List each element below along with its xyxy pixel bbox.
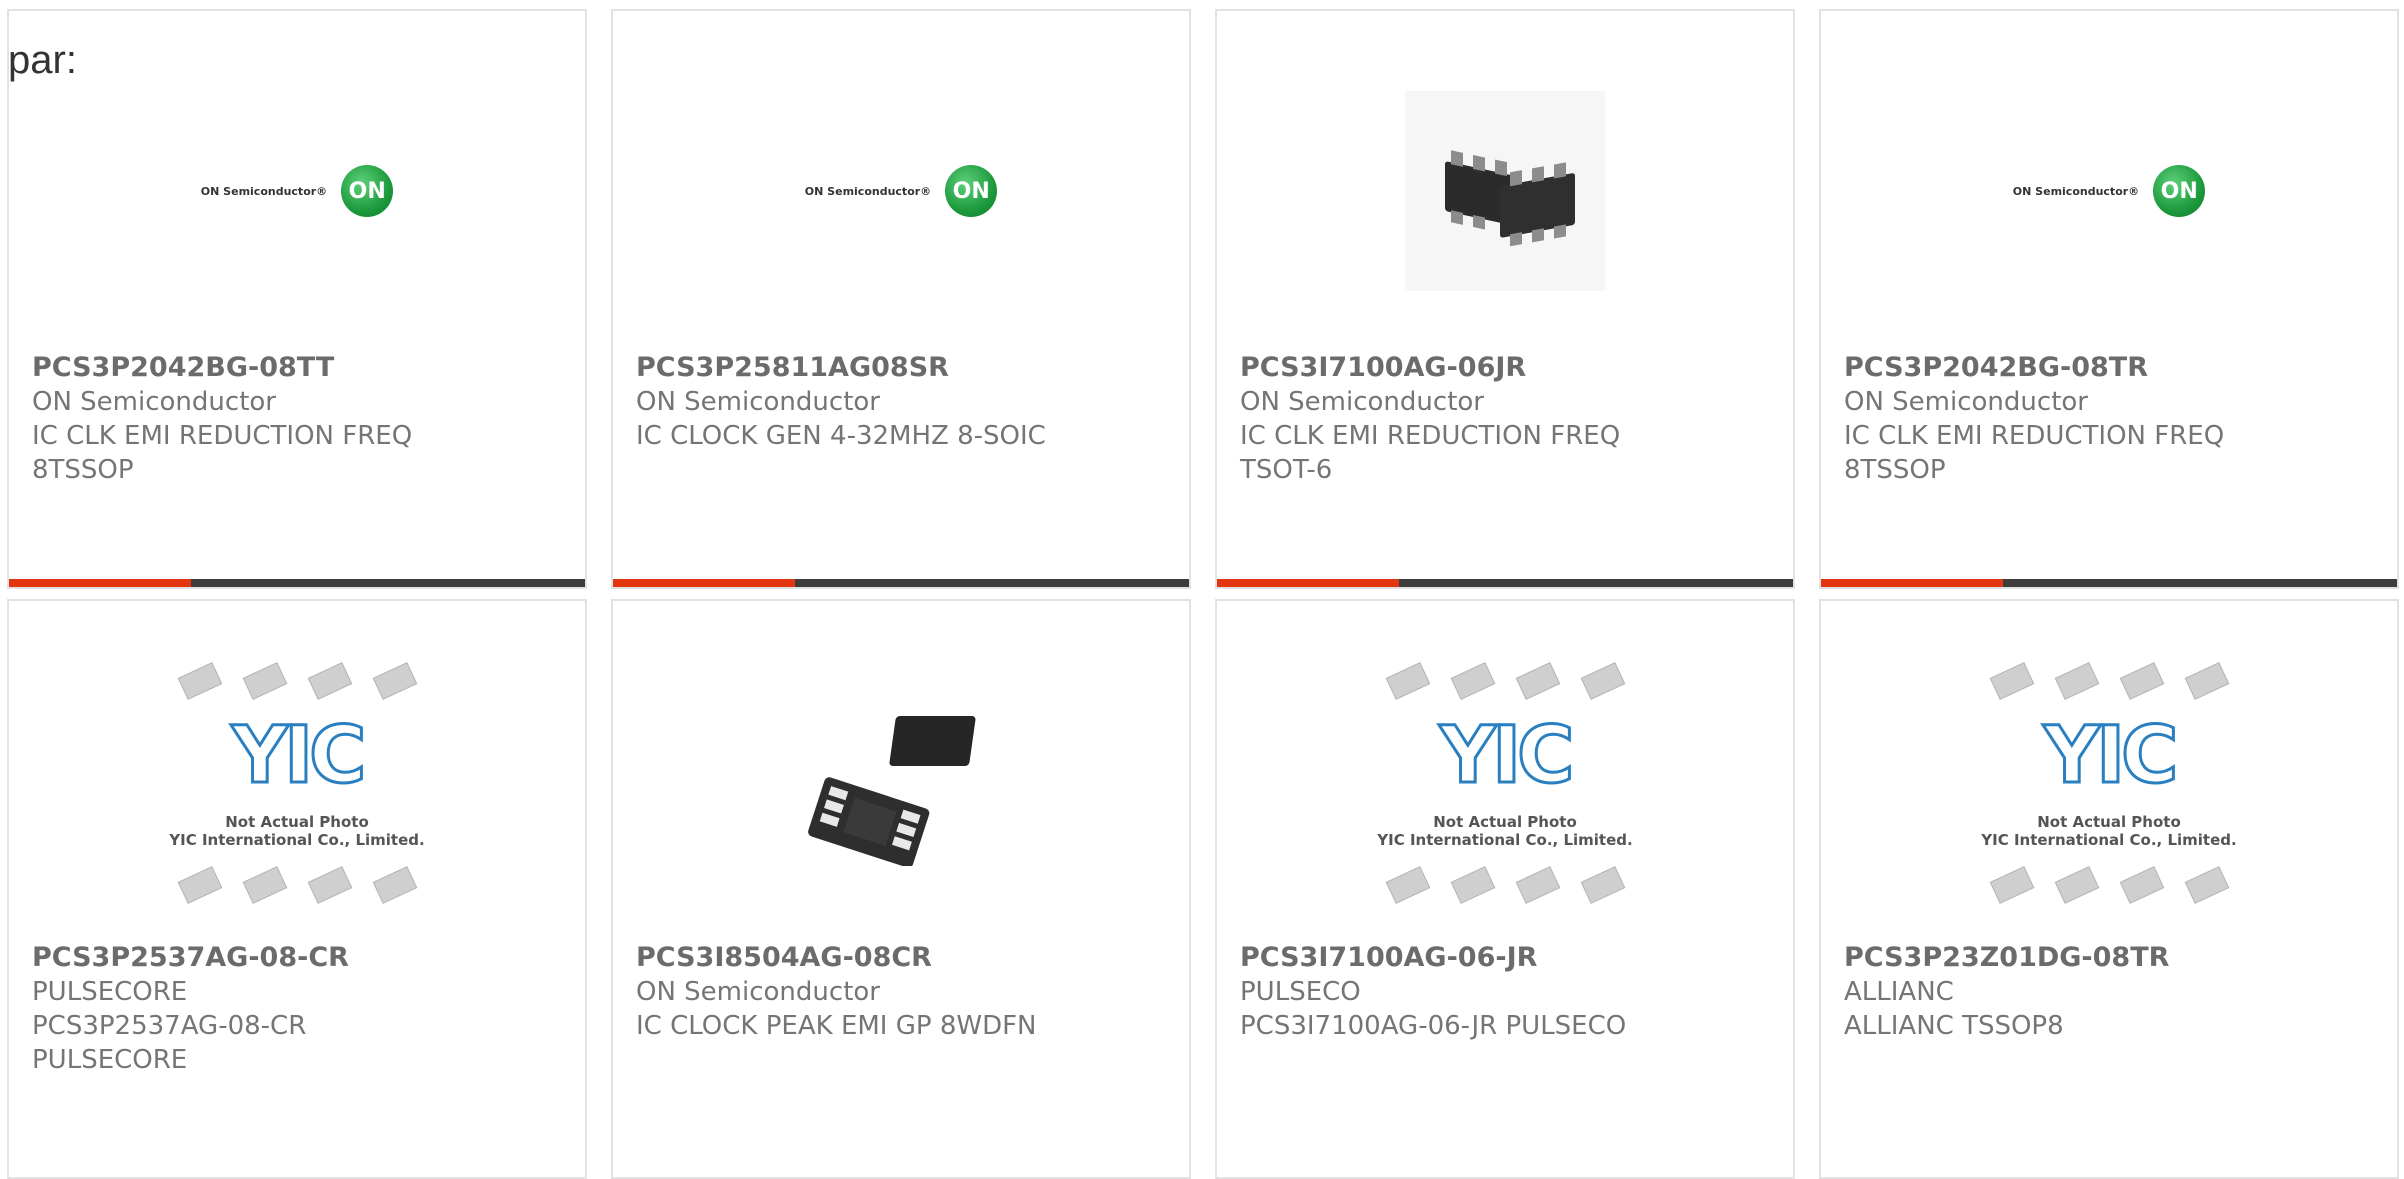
description: PCS3I7100AG-06-JR PULSECO (1240, 1011, 1627, 1041)
product-image[interactable]: YIC Not Actual Photo YIC International Co… (9, 661, 585, 904)
yic-logo: YIC (1438, 710, 1576, 803)
product-image[interactable] (1217, 71, 1793, 311)
product-image[interactable]: ON Semiconductor® ON (9, 71, 585, 311)
product-card[interactable]: YIC Not Actual Photo YIC International Co… (1819, 599, 2399, 1179)
card-footer-bar (613, 579, 1189, 587)
part-number[interactable]: PCS3P2537AG-08-CR (32, 941, 565, 975)
part-number[interactable]: PCS3P2042BG-08TR (1844, 351, 2377, 385)
product-image[interactable]: ON Semiconductor® ON (1821, 71, 2397, 311)
page-label: par: (8, 38, 77, 82)
part-number[interactable]: PCS3I7100AG-06JR (1240, 351, 1773, 385)
product-card[interactable]: ON Semiconductor® ON PCS3P2042BG-08TT ON… (7, 9, 587, 589)
card-footer-bar (1217, 579, 1793, 587)
product-image[interactable]: YIC Not Actual Photo YIC International Co… (1821, 661, 2397, 904)
product-image[interactable]: YIC Not Actual Photo YIC International Co… (1217, 661, 1793, 904)
manufacturer: ON Semiconductor (1240, 387, 1484, 417)
description: PCS3P2537AG-08-CR PULSECORE (32, 1011, 307, 1075)
on-semiconductor-logo: ON Semiconductor® ON (201, 165, 394, 217)
description: IC CLK EMI REDUCTION FREQ TSOT-6 (1240, 421, 1621, 485)
manufacturer: ON Semiconductor (1844, 387, 2088, 417)
yic-placeholder-image: YIC Not Actual Photo YIC International Co… (1365, 661, 1645, 904)
product-card[interactable]: ON Semiconductor® ON PCS3P25811AG08SR ON… (611, 9, 1191, 589)
description: IC CLOCK PEAK EMI GP 8WDFN (636, 1011, 1037, 1041)
manufacturer: ON Semiconductor (636, 387, 880, 417)
product-image[interactable] (613, 661, 1189, 901)
manufacturer: ALLIANC (1844, 977, 1954, 1007)
product-card[interactable]: YIC Not Actual Photo YIC International Co… (1215, 599, 1795, 1179)
part-number[interactable]: PCS3I7100AG-06-JR (1240, 941, 1773, 975)
product-card[interactable]: ON Semiconductor® ON PCS3P2042BG-08TR ON… (1819, 9, 2399, 589)
product-card[interactable]: PCS3I8504AG-08CR ON Semiconductor IC CLO… (611, 599, 1191, 1179)
yic-logo: YIC (2042, 710, 2180, 803)
part-number[interactable]: PCS3P23Z01DG-08TR (1844, 941, 2377, 975)
manufacturer: ON Semiconductor (32, 387, 276, 417)
part-number[interactable]: PCS3P25811AG08SR (636, 351, 1169, 385)
manufacturer: ON Semiconductor (636, 977, 880, 1007)
description: IC CLK EMI REDUCTION FREQ 8TSSOP (1844, 421, 2225, 485)
yic-placeholder-image: YIC Not Actual Photo YIC International Co… (1969, 661, 2249, 904)
tsot-package-photo (1405, 91, 1605, 291)
description: ALLIANC TSSOP8 (1844, 1011, 2064, 1041)
product-card[interactable]: PCS3I7100AG-06JR ON Semiconductor IC CLK… (1215, 9, 1795, 589)
product-grid: ON Semiconductor® ON PCS3P2042BG-08TT ON… (7, 9, 2399, 1179)
product-card[interactable]: YIC Not Actual Photo YIC International Co… (7, 599, 587, 1179)
part-number[interactable]: PCS3P2042BG-08TT (32, 351, 565, 385)
on-semiconductor-logo: ON Semiconductor® ON (2013, 165, 2206, 217)
card-footer-bar (9, 579, 585, 587)
wdfn-package-photo (808, 716, 976, 866)
on-semiconductor-logo: ON Semiconductor® ON (805, 165, 998, 217)
description: IC CLOCK GEN 4-32MHZ 8-SOIC (636, 421, 1046, 451)
description: IC CLK EMI REDUCTION FREQ 8TSSOP (32, 421, 413, 485)
manufacturer: PULSECORE (32, 977, 188, 1007)
card-footer-bar (1821, 579, 2397, 587)
product-image[interactable]: ON Semiconductor® ON (613, 71, 1189, 311)
part-number[interactable]: PCS3I8504AG-08CR (636, 941, 1169, 975)
yic-placeholder-image: YIC Not Actual Photo YIC International Co… (157, 661, 437, 904)
manufacturer: PULSECO (1240, 977, 1361, 1007)
yic-logo: YIC (230, 710, 368, 803)
